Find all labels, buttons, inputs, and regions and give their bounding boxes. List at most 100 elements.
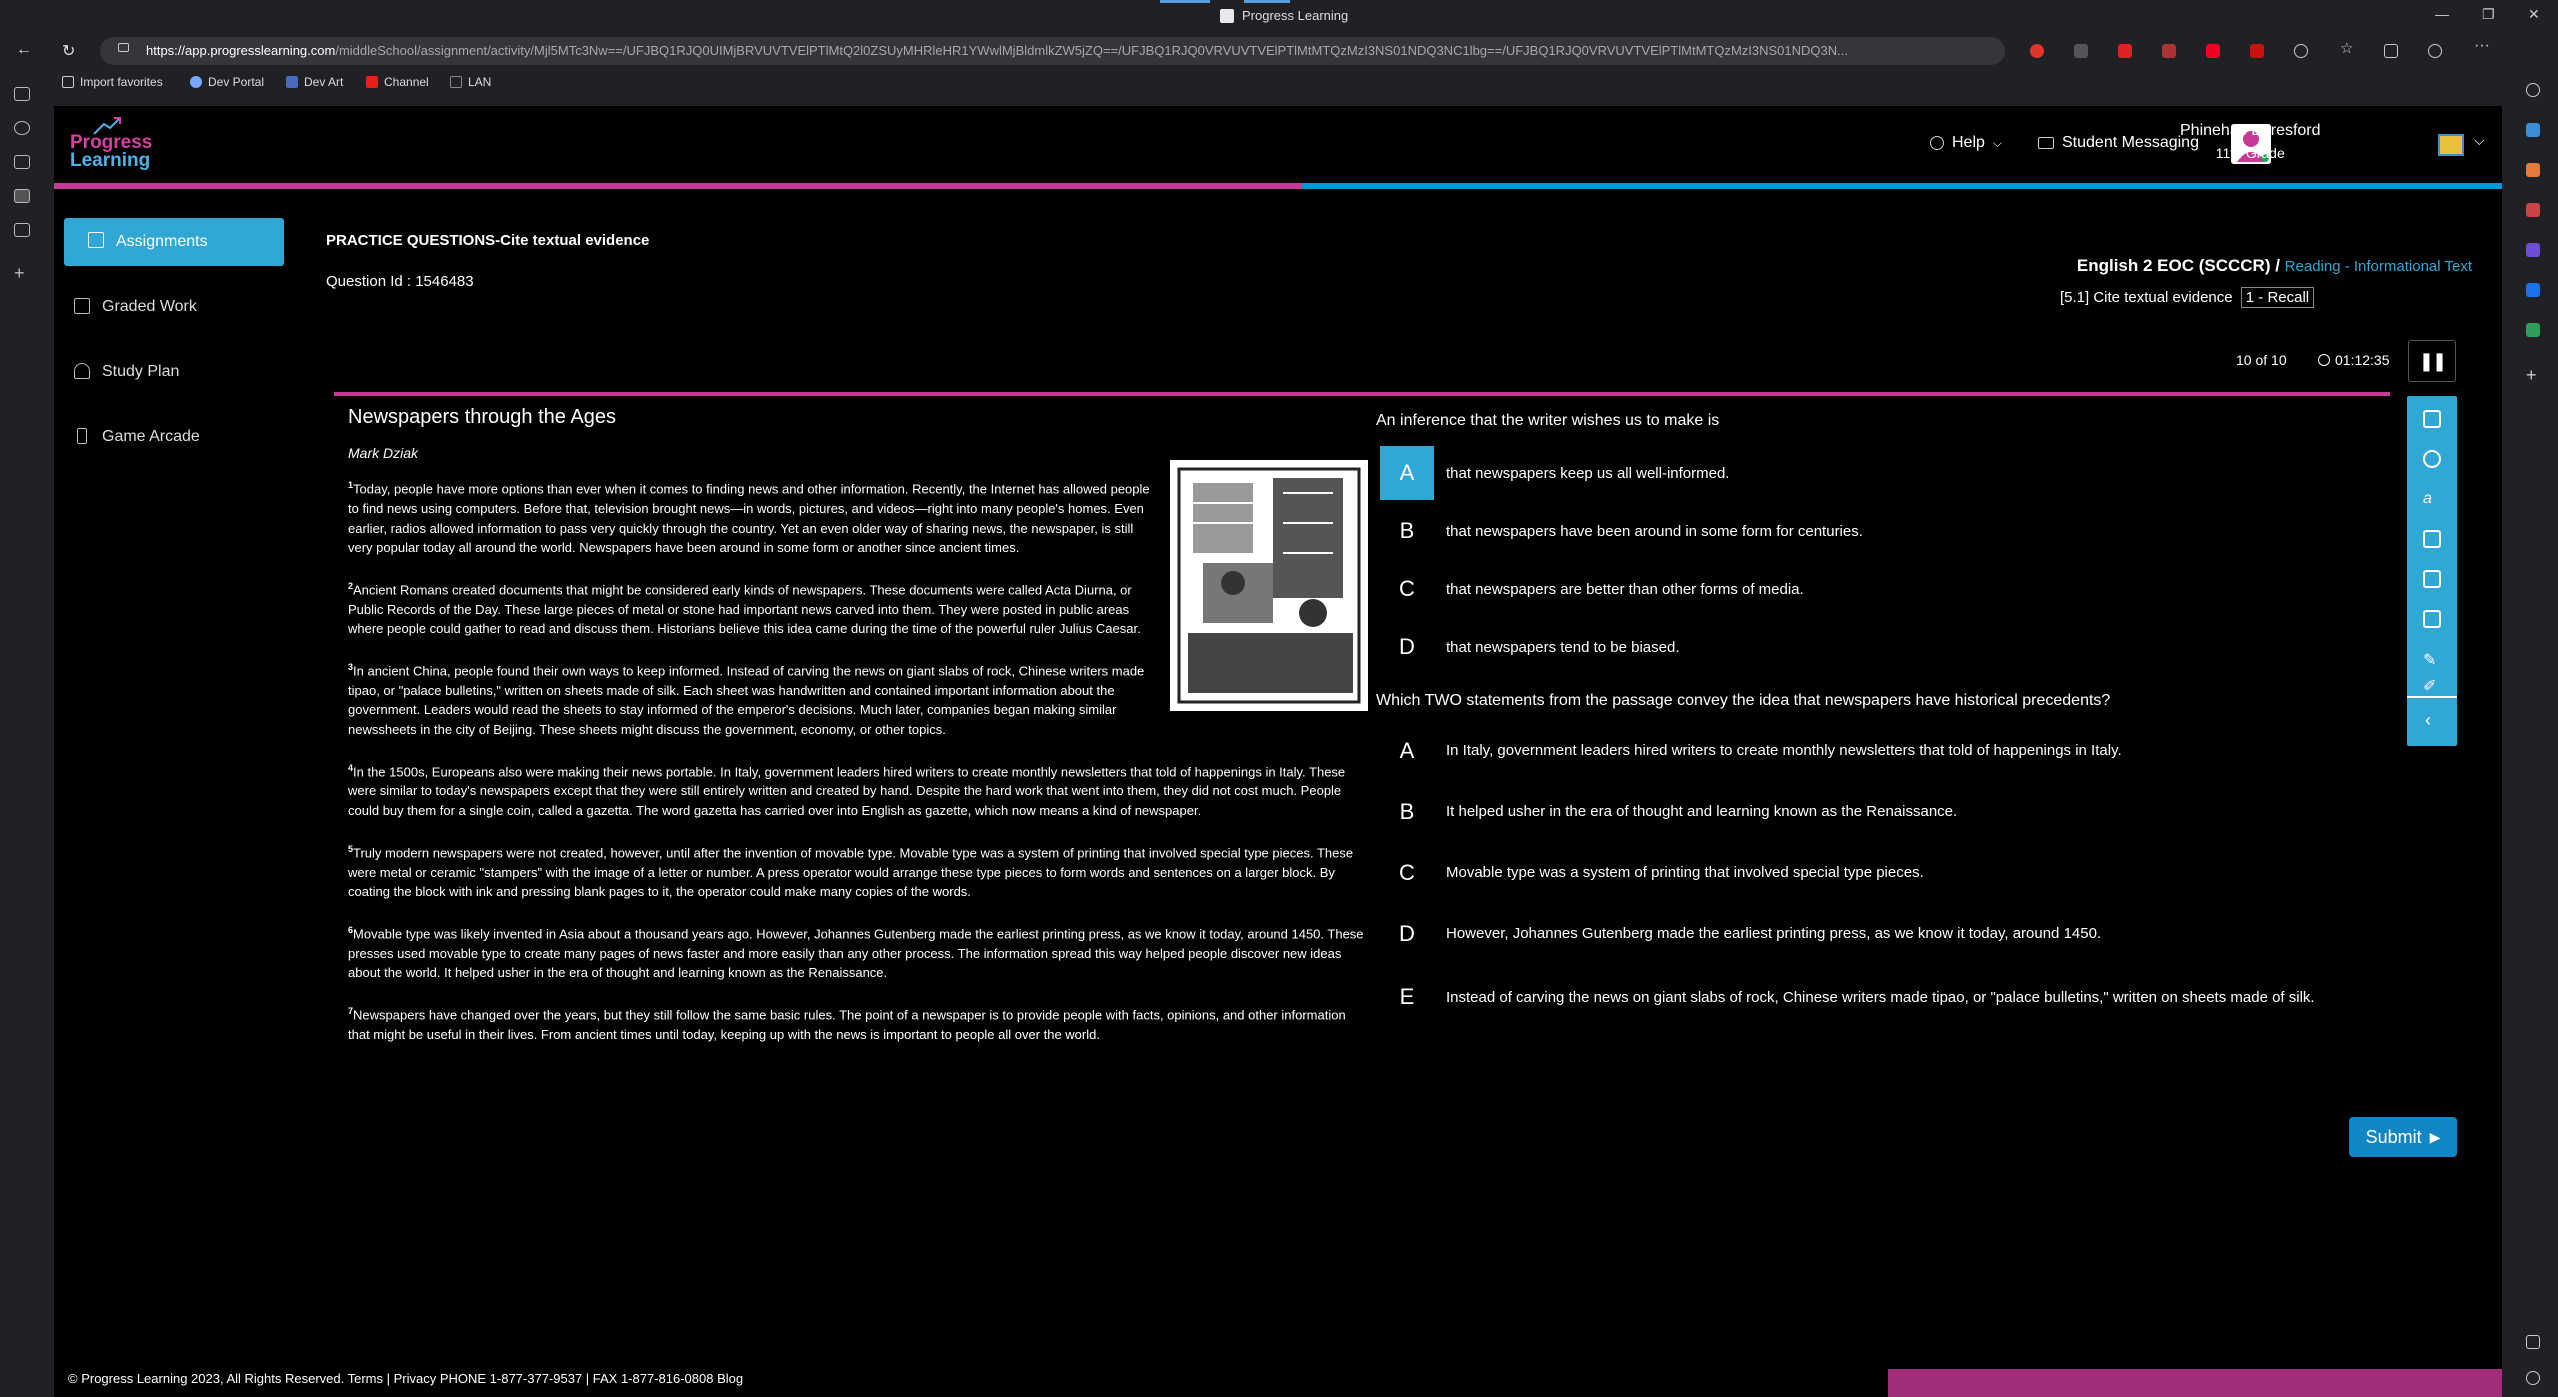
answer-option-c[interactable]: Cthat newspapers are better than other f… <box>1376 560 2436 618</box>
timer: 01:12:35 <box>2318 352 2390 368</box>
bookmark-dev-portal[interactable]: Dev Portal <box>190 75 264 89</box>
address-bar[interactable]: https://app.progresslearning.com/middleS… <box>100 37 2005 65</box>
tools-icon[interactable] <box>14 223 30 237</box>
part-b-option-a[interactable]: A In Italy, government leaders hired writ… <box>1376 720 2436 781</box>
glossary-icon[interactable]: a <box>2423 490 2441 508</box>
adblock-icon[interactable] <box>2206 44 2220 58</box>
minimize-icon[interactable]: — <box>2435 6 2449 22</box>
tab-title: Progress Learning <box>1242 8 1349 23</box>
pause-icon: ❚❚ <box>2418 350 2447 371</box>
collapse-tools-icon[interactable]: ‹ <box>2425 710 2431 731</box>
option-text: However, Johannes Gutenberg made the ear… <box>1446 925 2102 942</box>
option-letter: D <box>1399 920 1415 946</box>
extension-icon[interactable] <box>2118 44 2132 58</box>
site-icon <box>286 76 298 88</box>
notes-icon[interactable] <box>14 189 30 203</box>
settings-gear-icon[interactable] <box>2526 1371 2540 1385</box>
bookmark-label: Dev Portal <box>208 75 265 89</box>
toolbox-icon[interactable] <box>2526 163 2540 177</box>
assignments-icon <box>88 232 104 248</box>
sidebar-item-label: Assignments <box>116 233 208 250</box>
paragraph-text: Ancient Romans created documents that mi… <box>348 582 1141 637</box>
back-icon[interactable]: ← <box>16 41 32 59</box>
answer-option-d[interactable]: Dthat newspapers tend to be biased. <box>1376 618 2436 676</box>
sidebar-item-game-arcade[interactable]: Game Arcade <box>64 413 284 461</box>
part-b-option-b[interactable]: B It helped usher in the era of thought a… <box>1376 781 2436 842</box>
text-to-speech-icon[interactable] <box>2423 450 2441 468</box>
tasks-icon[interactable] <box>14 155 30 169</box>
extension-record-icon[interactable] <box>2030 44 2044 58</box>
copilot-icon[interactable] <box>2526 243 2540 257</box>
sidebar-item-study-plan[interactable]: Study Plan <box>64 348 284 396</box>
passage-paragraph: 5Truly modern newspapers were not create… <box>348 840 1368 902</box>
part-b-option-e[interactable]: E Instead of carving the news on giant sl… <box>1376 964 2436 1030</box>
save-icon[interactable] <box>2423 410 2441 428</box>
highlighter-icon[interactable]: ✐ <box>2423 676 2441 695</box>
sync-icon[interactable] <box>2294 44 2308 58</box>
toolbar-divider <box>2407 696 2457 698</box>
option-letter: E <box>1399 984 1415 1009</box>
outlook-icon[interactable] <box>2526 283 2540 297</box>
user-info[interactable]: Phinehas Beresford 11th Grade <box>2180 122 2321 161</box>
bookmark-label: Import favorites <box>80 75 163 89</box>
search-icon[interactable] <box>2526 83 2540 97</box>
option-text: Instead of carving the news on giant sla… <box>1446 988 2315 1006</box>
refresh-icon[interactable]: ↻ <box>62 41 75 61</box>
student-messaging-button[interactable]: Student Messaging <box>2038 134 2199 152</box>
part-a-stem: An inference that the writer wishes us t… <box>1376 412 1720 429</box>
option-letter: A <box>1399 737 1415 763</box>
profile-icon[interactable] <box>2428 44 2442 58</box>
sticky-note-icon[interactable] <box>2423 570 2441 588</box>
network-icon <box>450 76 462 88</box>
pause-button[interactable]: ❚❚ <box>2408 340 2456 382</box>
answer-option-b[interactable]: Bthat newspapers have been around in som… <box>1376 502 2436 560</box>
drop-icon[interactable] <box>2526 323 2540 337</box>
bookmark-channel[interactable]: Channel <box>366 75 429 89</box>
answer-option-a[interactable]: Athat newspapers keep us all well-inform… <box>1376 444 2436 502</box>
bookmark-import-favorites[interactable]: Import favorites <box>62 75 163 89</box>
maximize-icon[interactable]: ❐ <box>2482 6 2495 23</box>
option-text: It helped usher in the era of thought an… <box>1446 803 1958 820</box>
footer-accent-bar <box>1888 1369 2502 1397</box>
language-flag-icon[interactable] <box>2438 134 2464 156</box>
split-screen-icon[interactable] <box>2526 1335 2540 1349</box>
chevron-down-icon[interactable]: ⌵ <box>2474 132 2485 149</box>
bookmark-label: LAN <box>468 75 492 89</box>
close-window-icon[interactable]: ✕ <box>2528 6 2540 23</box>
bookmark-dev-art[interactable]: Dev Art <box>286 75 343 89</box>
bookmark-lan[interactable]: LAN <box>450 75 491 89</box>
add-icon[interactable]: + <box>2526 365 2540 385</box>
course-category[interactable]: Reading - Informational Text <box>2285 258 2472 275</box>
lock-icon[interactable] <box>118 43 129 52</box>
extension-icon[interactable] <box>2074 44 2088 58</box>
favorites-star-icon[interactable]: ☆ <box>2340 39 2354 57</box>
sidebar-item-graded-work[interactable]: Graded Work <box>64 283 284 331</box>
annotation-icon[interactable] <box>2423 610 2441 628</box>
github-icon[interactable] <box>14 121 30 135</box>
shopping-icon[interactable] <box>2526 123 2540 137</box>
sidebar-item-assignments[interactable]: Assignments <box>64 218 284 266</box>
pencil-icon[interactable]: ✎ <box>2423 650 2441 669</box>
progress-learning-logo[interactable]: Progress Learning <box>70 117 152 170</box>
add-icon[interactable]: + <box>14 263 30 283</box>
extension-icon[interactable] <box>2250 44 2264 58</box>
part-b-option-d[interactable]: D However, Johannes Gutenberg made the ea… <box>1376 903 2436 964</box>
tabs-icon[interactable] <box>14 87 30 101</box>
notes-icon[interactable] <box>2423 530 2441 548</box>
passage-paragraph: 7Newspapers have changed over the years,… <box>348 1002 1368 1045</box>
part-b-option-c[interactable]: C Movable type was a system of printing t… <box>1376 842 2436 903</box>
course-name: English 2 EOC (SCCCR) / <box>2076 256 2280 275</box>
collections-icon[interactable] <box>2384 44 2398 58</box>
more-options-icon[interactable]: ··· <box>2474 37 2490 54</box>
submit-button[interactable]: Submit ▶ <box>2349 1117 2457 1157</box>
page-title: PRACTICE QUESTIONS-Cite textual evidence <box>326 232 650 249</box>
clock-icon <box>2318 354 2330 366</box>
option-text: that newspapers keep us all well-informe… <box>1446 464 1730 482</box>
games-icon[interactable] <box>2526 203 2540 217</box>
browser-tab[interactable]: Progress Learning <box>1220 8 1348 23</box>
help-menu[interactable]: Help ⌵ <box>1930 134 2002 152</box>
passage-title: Newspapers through the Ages <box>348 406 616 428</box>
extension-icon[interactable] <box>2162 44 2176 58</box>
option-letter: D <box>1399 634 1415 659</box>
browser-right-sidebar: + <box>2504 33 2558 1397</box>
